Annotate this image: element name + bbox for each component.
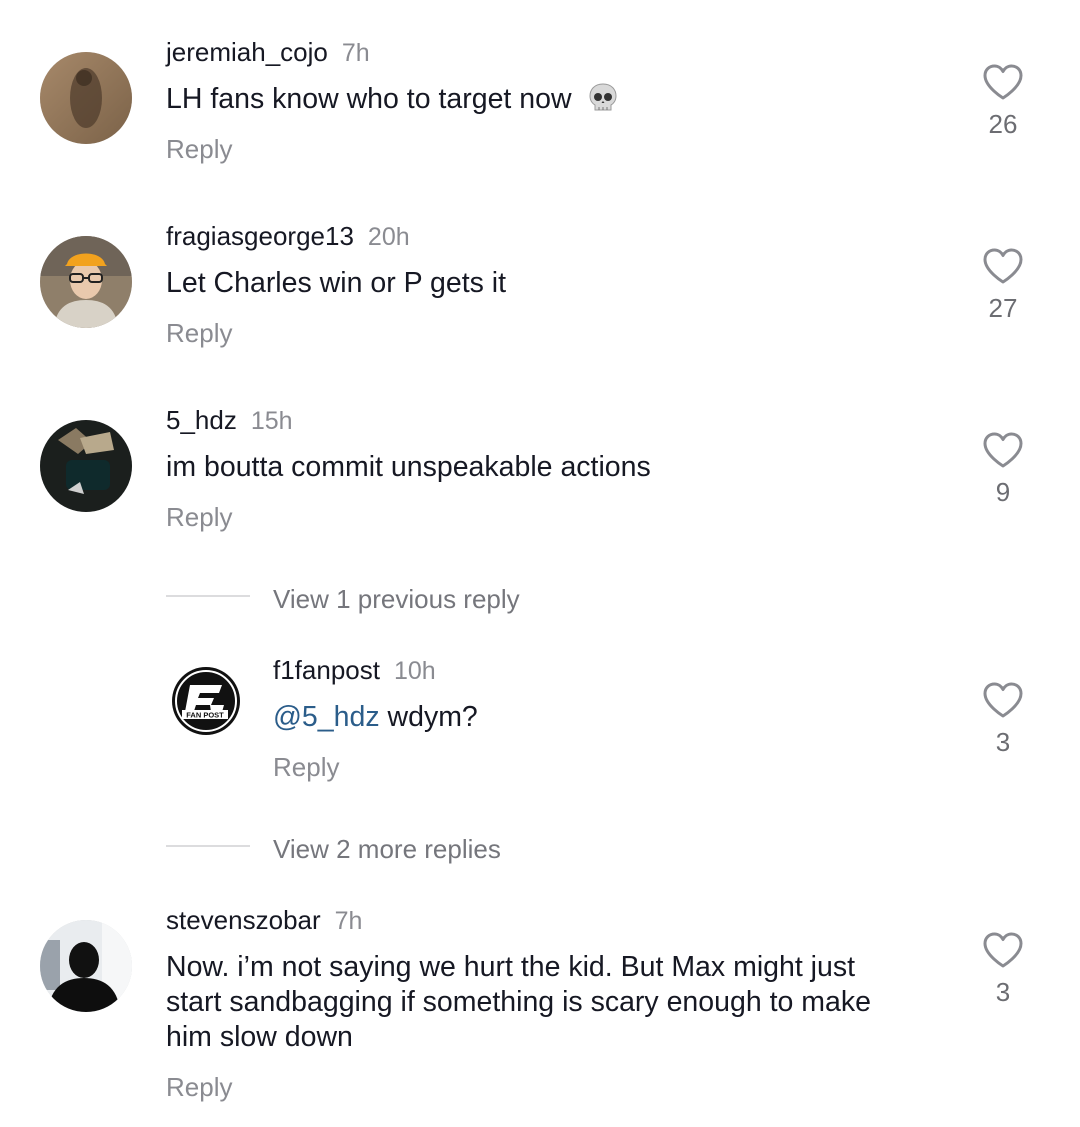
like-count: 3 (995, 727, 1011, 757)
heart-outline-icon[interactable] (982, 431, 1024, 469)
skull-emoji-icon (589, 83, 617, 111)
comment-text: Let Charles win or P gets it (166, 266, 506, 301)
avatar-image (40, 420, 132, 512)
logo-text: FAN POST (186, 711, 224, 720)
comment-text: Now. i’m not saying we hurt the kid. But… (166, 950, 956, 1055)
thread-divider (166, 845, 250, 847)
reply-username[interactable]: f1fanpost 10h (273, 655, 436, 686)
view-more-replies-button[interactable]: View 2 more replies (273, 834, 501, 865)
comment-body-line: him slow down (166, 1021, 353, 1053)
heart-outline-icon[interactable] (982, 63, 1024, 101)
comment-username[interactable]: jeremiah_cojo 7h (166, 37, 370, 68)
like-button[interactable]: 26 (973, 63, 1033, 140)
comment-username[interactable]: 5_hdz 15h (166, 405, 293, 436)
like-count: 9 (995, 477, 1011, 507)
comment-username[interactable]: stevenszobar 7h (166, 905, 362, 936)
comment-body: Let Charles win or P gets it (166, 267, 507, 299)
avatar-image (40, 236, 132, 328)
avatar[interactable] (40, 920, 132, 1012)
comment-body: im boutta commit unspeakable actions (166, 451, 651, 483)
avatar[interactable] (40, 52, 132, 144)
reply-button[interactable]: Reply (166, 502, 232, 533)
f1fanpost-logo: FAN POST (172, 667, 240, 735)
comment-text: im boutta commit unspeakable actions (166, 450, 651, 485)
avatar-image (40, 920, 132, 1012)
comment-time: 20h (367, 223, 410, 251)
like-button[interactable]: 3 (973, 681, 1033, 758)
thread-divider (166, 595, 250, 597)
like-count: 27 (988, 293, 1018, 323)
comment-username[interactable]: fragiasgeorge13 20h (166, 221, 410, 252)
comment-time: 7h (341, 39, 370, 67)
avatar[interactable] (40, 420, 132, 512)
heart-outline-icon[interactable] (982, 247, 1024, 285)
reply-button[interactable]: Reply (166, 318, 232, 349)
username-text[interactable]: f1fanpost (273, 655, 380, 685)
comment-text: LH fans know who to target now (166, 82, 619, 117)
username-text[interactable]: fragiasgeorge13 (166, 221, 354, 251)
like-button[interactable]: 3 (973, 931, 1033, 1008)
heart-outline-icon[interactable] (982, 931, 1024, 969)
like-button[interactable]: 9 (973, 431, 1033, 508)
comment-time: 15h (250, 407, 293, 435)
comment-time: 7h (334, 907, 363, 935)
like-button[interactable]: 27 (973, 247, 1033, 324)
like-count: 3 (995, 977, 1011, 1007)
heart-outline-icon[interactable] (982, 681, 1024, 719)
comment-body-line: start sandbagging if something is scary … (166, 986, 871, 1018)
reply-button[interactable]: Reply (273, 752, 339, 783)
reply-body: wdym? (379, 701, 478, 733)
username-text[interactable]: jeremiah_cojo (166, 37, 328, 67)
mention-link[interactable]: @5_hdz (273, 701, 380, 733)
comment-body-line: Now. i’m not saying we hurt the kid. But… (166, 951, 856, 983)
comment-body: LH fans know who to target now (166, 83, 572, 115)
username-text[interactable]: 5_hdz (166, 405, 237, 435)
reply-text: @5_hdz wdym? (273, 700, 478, 735)
reply-button[interactable]: Reply (166, 134, 232, 165)
reply-button[interactable]: Reply (166, 1072, 232, 1103)
reply-time: 10h (393, 657, 436, 685)
username-text[interactable]: stevenszobar (166, 905, 321, 935)
avatar-image (40, 52, 132, 144)
view-previous-replies-button[interactable]: View 1 previous reply (273, 584, 520, 615)
like-count: 26 (988, 109, 1018, 139)
avatar[interactable]: FAN POST (170, 665, 242, 737)
avatar[interactable] (40, 236, 132, 328)
